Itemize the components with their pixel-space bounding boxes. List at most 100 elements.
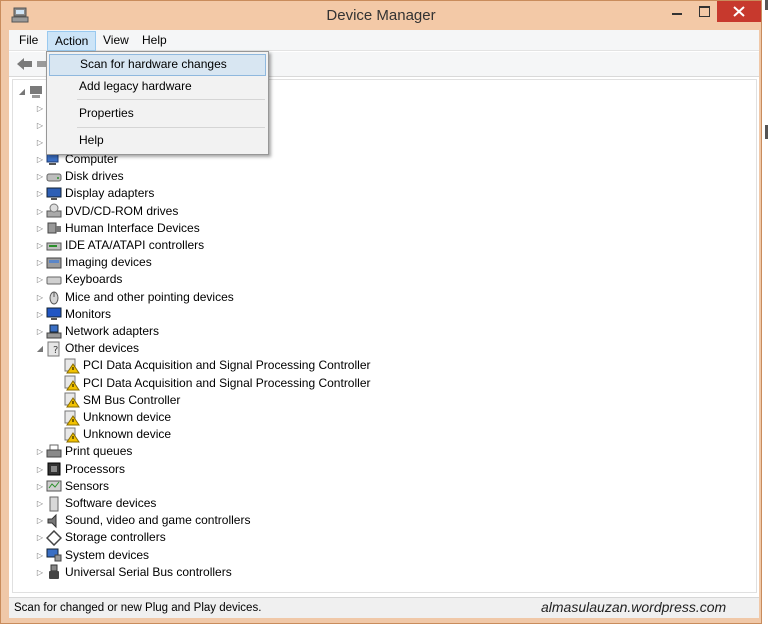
software-device-icon <box>49 496 59 511</box>
expand-caret[interactable]: ▷ <box>34 168 46 185</box>
svg-text:?: ? <box>53 345 58 356</box>
expand-caret[interactable]: ▷ <box>34 564 46 581</box>
expand-caret[interactable]: ▷ <box>34 100 46 117</box>
tree-item-print-queue[interactable]: ▷ Print queues <box>34 443 132 460</box>
expand-caret[interactable]: ▷ <box>34 547 46 564</box>
tree-item-warning-device[interactable]: PCI Data Acquisition and Signal Processi… <box>52 375 370 392</box>
expand-caret[interactable]: ◢ <box>16 83 28 100</box>
expand-caret[interactable]: ▷ <box>34 185 46 202</box>
monitor-icon <box>46 307 62 321</box>
menu-item-scan-hardware[interactable]: Scan for hardware changes <box>49 54 266 76</box>
tree-item-label: Keyboards <box>65 272 123 287</box>
mouse-icon <box>49 291 59 305</box>
dvd-drive-icon <box>46 203 62 218</box>
expand-caret[interactable]: ▷ <box>34 512 46 529</box>
tree-item-imaging[interactable]: ▷ Imaging devices <box>34 254 152 271</box>
tree-item-label: Disk drives <box>65 169 124 184</box>
tree-item-warning-device[interactable]: PCI Data Acquisition and Signal Processi… <box>52 357 370 374</box>
menu-help[interactable]: Help <box>135 31 174 51</box>
expand-caret[interactable]: ▷ <box>34 237 46 254</box>
menu-view[interactable]: View <box>96 31 136 51</box>
tree-item-label: Human Interface Devices <box>65 220 200 235</box>
expand-caret[interactable]: ▷ <box>34 306 46 323</box>
back-arrow-icon[interactable] <box>16 56 33 72</box>
tree-item-label: Mice and other pointing devices <box>65 289 234 304</box>
expand-caret[interactable]: ▷ <box>34 271 46 288</box>
menu-separator <box>77 99 265 100</box>
tree-item-disk-drive[interactable]: ▷ Disk drives <box>34 168 124 185</box>
menu-file[interactable]: File <box>12 31 45 51</box>
expand-caret[interactable]: ▷ <box>34 203 46 220</box>
warning-device-icon <box>64 392 80 408</box>
tree-item-network-adapter[interactable]: ▷ Network adapters <box>34 323 159 340</box>
title-bar[interactable]: Device Manager <box>1 1 761 30</box>
expand-caret[interactable]: ▷ <box>34 289 46 306</box>
tree-item-display-adapter[interactable]: ▷ Display adapters <box>34 185 154 202</box>
hidden-row: ▷ <box>34 100 46 117</box>
menu-item-add-legacy-hardware[interactable]: Add legacy hardware <box>49 76 266 98</box>
keyboard-icon <box>46 276 62 285</box>
expand-caret[interactable]: ▷ <box>34 220 46 237</box>
tree-item-label: Sensors <box>65 478 110 493</box>
tree-item-storage-controller[interactable]: ▷ Storage controllers <box>34 529 166 546</box>
tree-item-warning-device[interactable]: Unknown device <box>52 426 171 443</box>
expand-caret[interactable]: ▷ <box>34 478 46 495</box>
minimize-button[interactable] <box>663 1 691 22</box>
tree-item-warning-device[interactable]: SM Bus Controller <box>52 392 180 409</box>
expand-caret[interactable]: ▷ <box>34 323 46 340</box>
tree-item-label: Universal Serial Bus controllers <box>65 564 232 579</box>
watermark: almasulauzan.wordpress.com <box>541 599 727 615</box>
tree-item-label: Software devices <box>65 496 157 510</box>
tree-item-other-devices[interactable]: ◢? Other devices <box>34 340 139 357</box>
tree-item-mouse[interactable]: ▷ Mice and other pointing devices <box>34 289 234 306</box>
tree-item-label: Unknown device <box>83 410 172 424</box>
collapse-caret[interactable]: ◢ <box>34 340 46 357</box>
expand-caret[interactable]: ▷ <box>34 151 46 168</box>
expand-caret <box>52 409 64 426</box>
hidden-row: ▷ <box>34 117 46 134</box>
usb-icon <box>49 564 59 580</box>
expand-caret[interactable]: ▷ <box>34 443 46 460</box>
tree-item-keyboard[interactable]: ▷ Keyboards <box>34 271 122 288</box>
disk-drive-icon <box>46 173 62 182</box>
menu-item-help[interactable]: Help <box>49 130 266 152</box>
tree-item-system-device[interactable]: ▷ System devices <box>34 547 149 564</box>
maximize-button[interactable] <box>691 1 717 22</box>
expand-caret[interactable]: ▷ <box>34 254 46 271</box>
tree-root-row[interactable]: ◢ <box>16 83 47 100</box>
expand-caret[interactable]: ▷ <box>34 134 46 151</box>
tree-item-label: Processors <box>65 461 126 476</box>
tree-item-label: Print queues <box>65 444 133 459</box>
action-dropdown-menu: Scan for hardware changes Add legacy har… <box>46 51 269 155</box>
close-button[interactable] <box>717 1 761 22</box>
expand-caret[interactable]: ▷ <box>34 495 46 512</box>
tree-item-label: System devices <box>65 547 150 562</box>
tree-item-label: Unknown device <box>83 427 172 442</box>
tree-item-dvd-drive[interactable]: ▷ DVD/CD-ROM drives <box>34 203 178 220</box>
system-device-icon <box>46 548 62 562</box>
network-adapter-icon <box>46 324 62 338</box>
device-tree[interactable]: ◢ ▷ ▷ ▷ ▷ Computer ▷ Disk drives ▷ Display ad… <box>12 79 757 593</box>
window-title: Device Manager <box>326 7 436 24</box>
sound-icon <box>47 513 57 528</box>
tree-item-processor[interactable]: ▷ Processors <box>34 461 125 478</box>
tree-item-label: Display adapters <box>65 186 155 201</box>
menu-action[interactable]: Action <box>47 31 97 51</box>
tree-item-sound[interactable]: ▷ Sound, video and game controllers <box>34 512 250 529</box>
tree-item-label: Imaging devices <box>65 255 152 270</box>
expand-caret[interactable]: ▷ <box>34 117 46 134</box>
expand-caret[interactable]: ▷ <box>34 529 46 546</box>
tree-item-ide-controller[interactable]: ▷ IDE ATA/ATAPI controllers <box>34 237 204 254</box>
ide-controller-icon <box>46 242 62 250</box>
tree-item-usb[interactable]: ▷ Universal Serial Bus controllers <box>34 564 232 581</box>
expand-caret[interactable]: ▷ <box>34 461 46 478</box>
tree-item-sensor[interactable]: ▷ Sensors <box>34 478 109 495</box>
processor-icon <box>47 462 61 476</box>
tree-item-label: Monitors <box>65 306 112 321</box>
tree-item-monitor[interactable]: ▷ Monitors <box>34 306 111 323</box>
tree-item-warning-device[interactable]: Unknown device <box>52 409 171 426</box>
menu-item-properties[interactable]: Properties <box>49 103 266 125</box>
tree-item-software-device[interactable]: ▷ Software devices <box>34 495 156 512</box>
computer-root-icon <box>30 85 42 98</box>
tree-item-hid[interactable]: ▷ Human Interface Devices <box>34 220 200 237</box>
